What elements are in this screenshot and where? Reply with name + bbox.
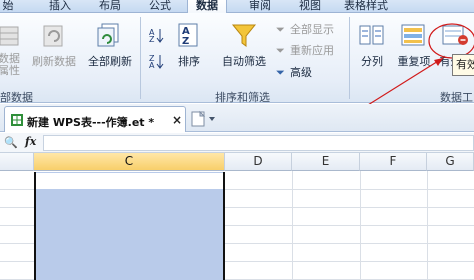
tab-start[interactable]: 始: [0, 0, 16, 13]
row-header-corner[interactable]: [0, 153, 34, 171]
ribbon-tab-bar: 始 插入 布局 公式 数据 审阅 视图 表格样式: [0, 0, 474, 14]
split-columns-icon: [359, 25, 384, 45]
advanced-filter-button[interactable]: ⏷ 高级: [276, 64, 312, 80]
refresh-data-button[interactable]: 刷新数据: [30, 21, 78, 71]
advanced-label: 高级: [290, 66, 312, 79]
group-sort-filter-label: 排序和筛选: [215, 91, 270, 104]
duplicates-button[interactable]: 重复项: [394, 21, 434, 71]
reapply-button[interactable]: ⏷ 重新应用: [276, 42, 334, 58]
zoom-search-icon[interactable]: 🔍: [4, 136, 18, 149]
tab-table-style[interactable]: 表格样式: [336, 0, 396, 13]
sort-descending-button[interactable]: Z A: [148, 53, 164, 72]
svg-text:A: A: [149, 61, 155, 69]
funnel-refresh-icon: ⏷: [276, 44, 285, 57]
validity-icon: [442, 25, 468, 45]
funnel-advanced-icon: ⏷: [276, 66, 285, 79]
tab-view[interactable]: 视图: [290, 0, 330, 13]
fx-icon[interactable]: fx: [25, 135, 36, 148]
tab-insert[interactable]: 插入: [40, 0, 80, 13]
active-cell[interactable]: [36, 173, 223, 189]
document-tab-bar: 新建 WPS表---作簿.et * ×: [0, 104, 474, 132]
document-tab-title: 新建 WPS表---作簿.et *: [27, 116, 155, 129]
tab-layout[interactable]: 布局: [90, 0, 130, 13]
formula-input[interactable]: [43, 135, 474, 151]
duplicates-label: 重复项: [397, 55, 431, 68]
funnel-icon: [231, 24, 257, 47]
column-header-g[interactable]: G: [427, 153, 474, 171]
refresh-data-label: 刷新数据: [32, 55, 76, 68]
spreadsheet-file-icon: [11, 114, 23, 126]
tab-data[interactable]: 数据: [187, 0, 227, 14]
refresh-all-icon: [97, 23, 119, 47]
group-separator: [140, 17, 141, 99]
show-all-label: 全部显示: [290, 23, 334, 36]
split-columns-label: 分列: [361, 55, 383, 68]
reapply-label: 重新应用: [290, 44, 334, 57]
refresh-all-label: 全部刷新: [88, 55, 132, 68]
column-header-f[interactable]: F: [360, 153, 427, 171]
group-external-data-label: 部数据: [0, 91, 33, 104]
autofilter-label: 自动筛选: [222, 55, 266, 68]
split-columns-button[interactable]: 分列: [352, 21, 392, 71]
new-tab-button[interactable]: [190, 110, 220, 128]
grid-column-line: [292, 171, 293, 280]
data-attribute-icon: [0, 26, 19, 46]
column-header-c[interactable]: C: [34, 153, 225, 171]
document-tab[interactable]: 新建 WPS表---作簿.et * ×: [4, 106, 186, 132]
duplicates-icon: [401, 24, 425, 46]
group-separator: [349, 17, 350, 99]
close-tab-icon[interactable]: ×: [172, 113, 182, 127]
funnel-clear-icon: ⏷: [276, 23, 285, 36]
sort-ascending-icon: A Z: [149, 28, 164, 44]
refresh-icon: [43, 25, 63, 47]
tab-review[interactable]: 审阅: [240, 0, 280, 13]
grid-column-line: [360, 171, 361, 280]
new-document-icon: [191, 110, 215, 127]
column-header-e[interactable]: E: [292, 153, 360, 171]
ribbon-panel: 数据 属性 刷新数据 全部刷新 部数据 A Z Z A A Z 排序 自动筛选 …: [0, 13, 474, 104]
sort-az-icon: A Z: [178, 23, 198, 47]
formula-bar: 🔍 fx: [0, 133, 474, 153]
svg-text:Z: Z: [182, 36, 189, 47]
refresh-all-button[interactable]: 全部刷新: [84, 21, 136, 71]
autofilter-button[interactable]: 自动筛选: [216, 21, 272, 71]
data-attribute-button[interactable]: 数据 属性: [0, 21, 24, 85]
grid-column-line: [427, 171, 428, 280]
sort-label: 排序: [178, 55, 200, 68]
validity-tooltip: 有效: [452, 54, 474, 76]
sort-descending-icon: Z A: [149, 54, 164, 70]
sort-button[interactable]: A Z 排序: [170, 21, 208, 71]
data-attribute-label: 数据 属性: [0, 52, 20, 77]
column-header-d[interactable]: D: [225, 153, 292, 171]
sort-ascending-button[interactable]: A Z: [148, 27, 164, 46]
group-data-tools-label: 数据工: [440, 91, 473, 104]
tab-formula[interactable]: 公式: [140, 0, 180, 13]
show-all-button[interactable]: ⏷ 全部显示: [276, 21, 334, 37]
svg-text:Z: Z: [149, 35, 155, 43]
